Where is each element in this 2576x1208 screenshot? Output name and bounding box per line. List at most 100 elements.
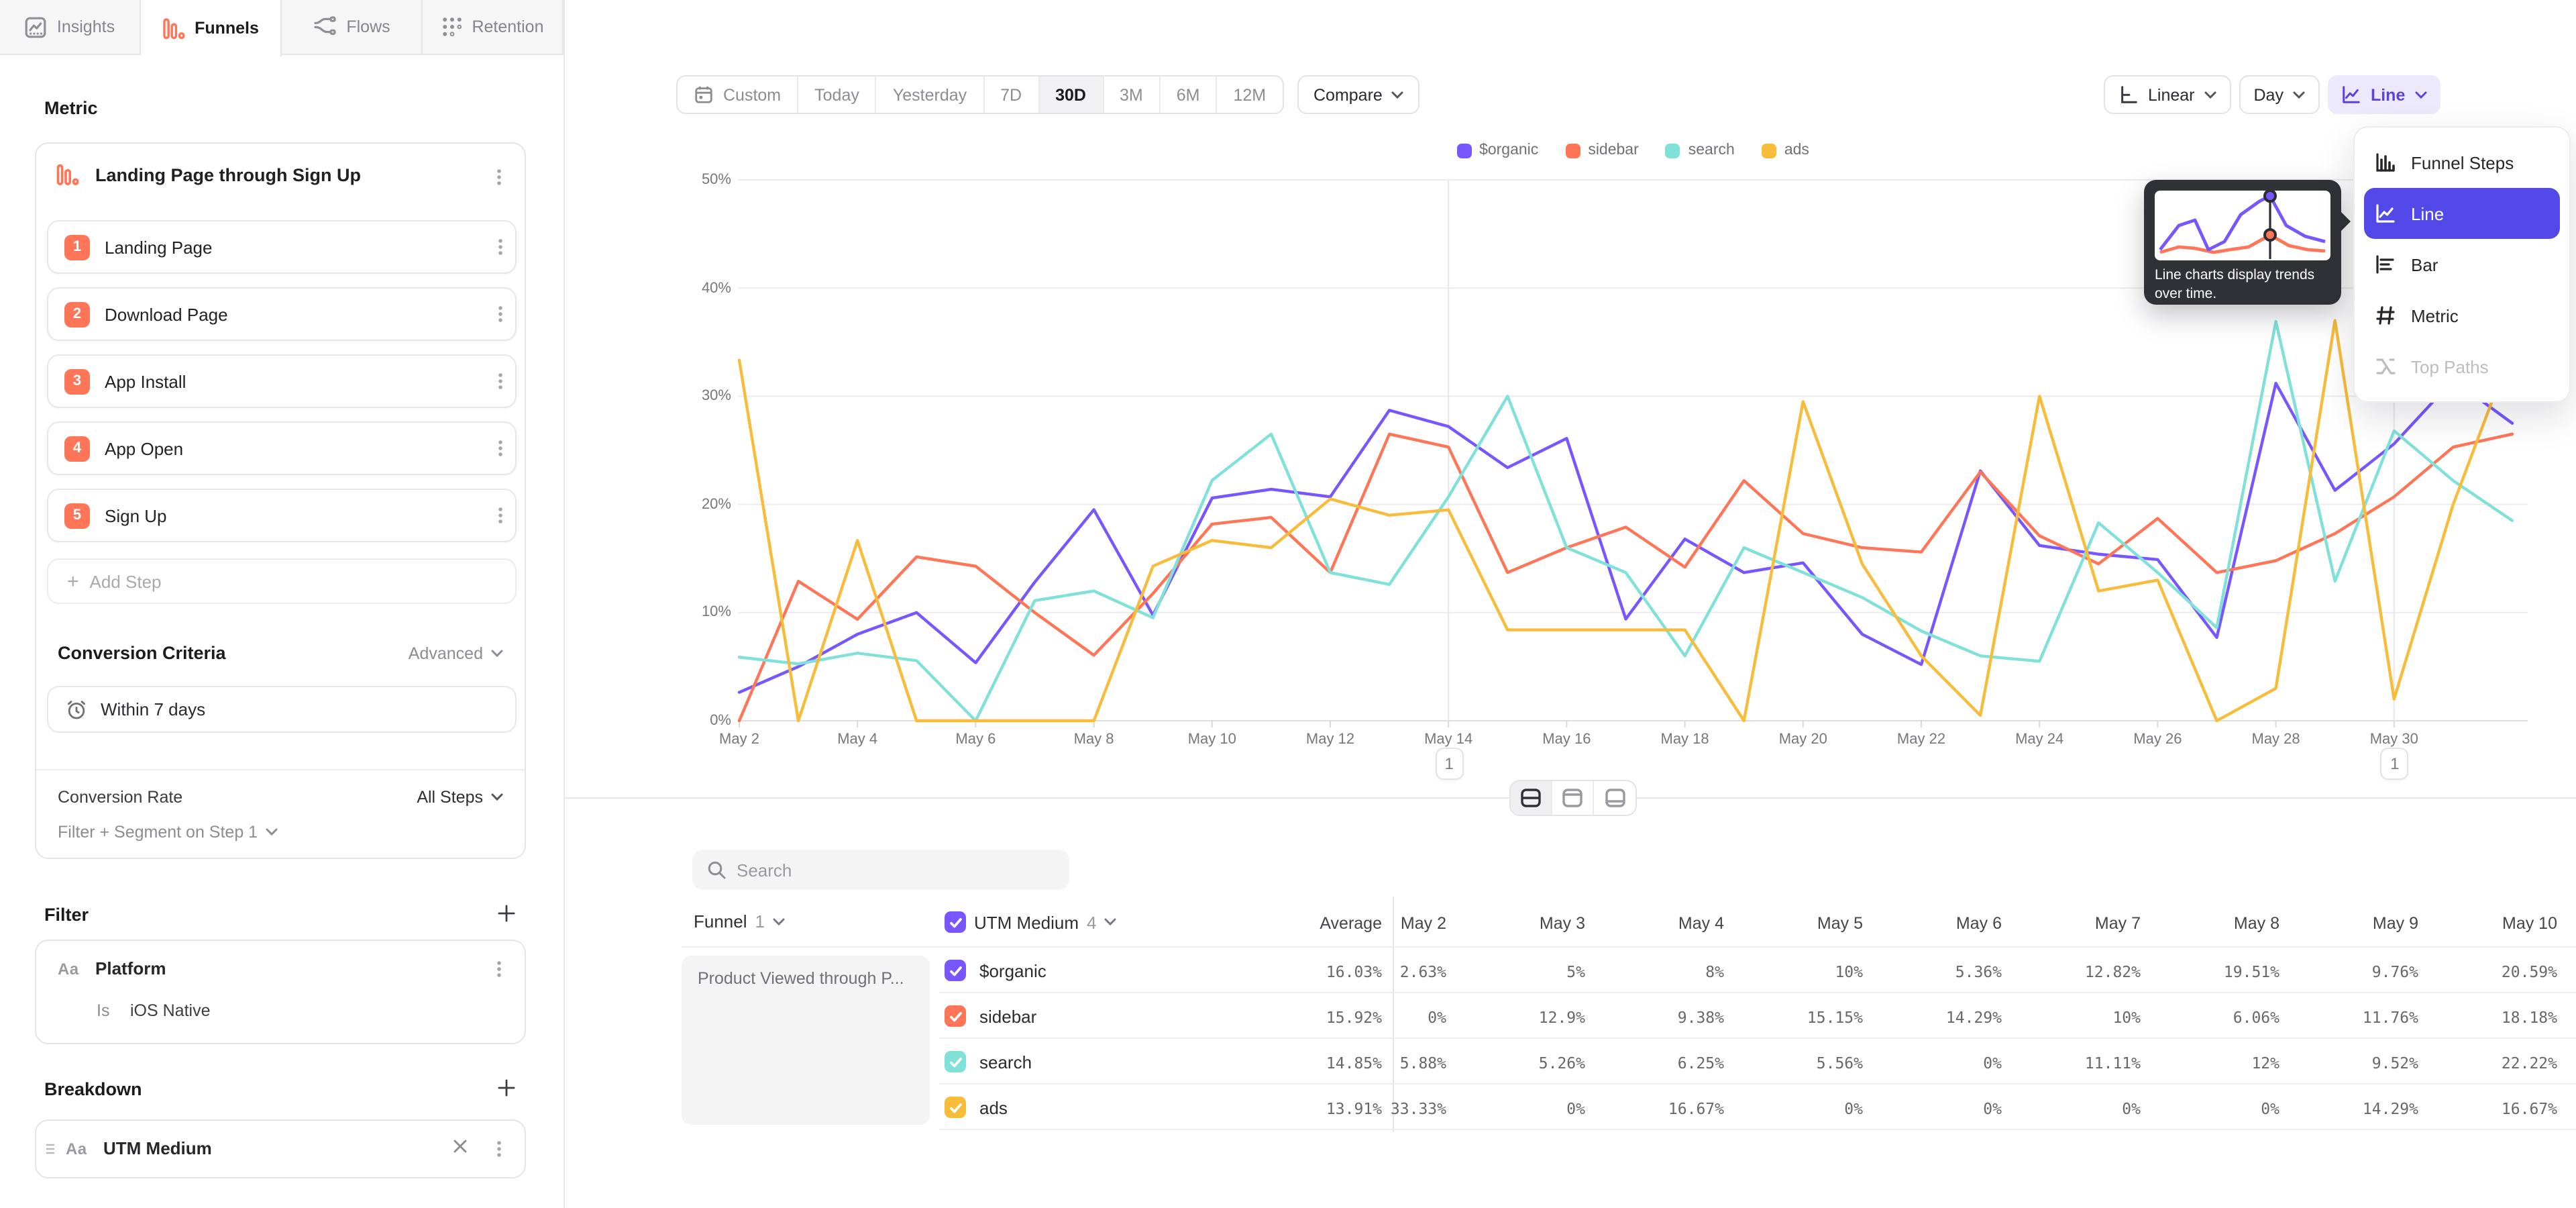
breakdown-checkbox[interactable] <box>945 911 966 933</box>
date-column-header: May 9 <box>2291 914 2418 933</box>
chart-view-toggle[interactable] <box>1552 781 1594 815</box>
range-12m[interactable]: 12M <box>1218 77 1283 113</box>
menu-item-label: Bar <box>2411 254 2438 274</box>
advanced-dropdown[interactable]: Advanced <box>409 644 503 662</box>
step-kebab-icon[interactable] <box>486 299 515 329</box>
tab-retention[interactable]: Retention <box>423 0 564 54</box>
search-input[interactable] <box>737 860 1032 880</box>
row-checkbox[interactable] <box>945 960 966 981</box>
range-yesterday[interactable]: Yesterday <box>877 77 984 113</box>
x-axis-tick: May 14 <box>1405 732 1491 748</box>
conversion-rate-dropdown[interactable]: All Steps <box>417 788 503 807</box>
tab-label: Insights <box>57 17 115 36</box>
row-checkbox[interactable] <box>945 1005 966 1027</box>
annotation-badge[interactable]: 1 <box>2381 748 2409 780</box>
step-number-badge: 1 <box>64 234 90 260</box>
row-value: 0% <box>1735 1099 1863 1118</box>
conversion-window[interactable]: Within 7 days <box>47 686 517 733</box>
step-kebab-icon[interactable] <box>486 501 515 530</box>
scale-dropdown[interactable]: Linear <box>2104 75 2231 114</box>
funnel-step-5[interactable]: 5Sign Up <box>47 489 517 542</box>
card-divider <box>36 769 525 770</box>
metric-heading: Metric <box>44 98 98 118</box>
conversion-criteria-heading: Conversion Criteria <box>58 643 226 663</box>
chart-type-dropdown[interactable]: Line <box>2328 75 2440 114</box>
step-kebab-icon[interactable] <box>486 232 515 262</box>
legend-item-organic[interactable]: $organic <box>1456 142 1538 158</box>
range-30d[interactable]: 30D <box>1039 77 1104 113</box>
tab-funnels[interactable]: Funnels <box>141 0 282 56</box>
row-value: 22.22% <box>2430 1054 2557 1072</box>
menu-item-label: Metric <box>2411 305 2459 325</box>
y-axis-tick: 40% <box>678 280 731 296</box>
chart-type-option-funnel-steps[interactable]: Funnel Steps <box>2355 137 2569 188</box>
breakdown-card[interactable]: Aa UTM Medium <box>35 1119 526 1178</box>
range-custom[interactable]: Custom <box>678 77 798 113</box>
table-view-toggle[interactable] <box>1594 781 1635 815</box>
funnel-step-2[interactable]: 2Download Page <box>47 287 517 341</box>
funnel-col-count: 1 <box>755 911 765 932</box>
chart-type-option-bar[interactable]: Bar <box>2355 239 2569 290</box>
funnel-step-1[interactable]: 1Landing Page <box>47 220 517 274</box>
retention-icon <box>441 16 462 38</box>
breakdown-heading: Breakdown <box>44 1079 142 1099</box>
funnel-title-row[interactable]: Landing Page through Sign Up <box>36 157 525 197</box>
drag-handle-icon[interactable] <box>44 1142 56 1156</box>
filter-kebab-icon[interactable] <box>484 954 514 984</box>
date-range-control: CustomTodayYesterday7D30D3M6M12M <box>676 75 1283 114</box>
funnel-kebab-icon[interactable] <box>484 162 514 192</box>
add-filter-button[interactable] <box>494 901 518 925</box>
table-row-divider <box>939 1038 2576 1039</box>
legend-item-sidebar[interactable]: sidebar <box>1565 142 1638 158</box>
date-column-header: May 10 <box>2430 914 2557 933</box>
breakdown-kebab-icon[interactable] <box>484 1134 514 1164</box>
row-value: 11.76% <box>2291 1008 2418 1027</box>
row-value: 9.52% <box>2291 1054 2418 1072</box>
step-number-badge: 2 <box>64 301 90 327</box>
chart-type-option-line[interactable]: Line <box>2364 188 2560 239</box>
date-column-header: May 4 <box>1597 914 1724 933</box>
row-checkbox[interactable] <box>945 1097 966 1118</box>
step-kebab-icon[interactable] <box>486 434 515 463</box>
remove-breakdown-icon[interactable] <box>452 1138 468 1154</box>
range-3m[interactable]: 3M <box>1104 77 1161 113</box>
row-value: 12% <box>2152 1054 2279 1072</box>
tab-insights[interactable]: Insights <box>0 0 141 54</box>
y-axis-tick: 10% <box>678 605 731 621</box>
filter-heading: Filter <box>44 905 89 925</box>
layout-toggle-group <box>1509 780 1637 816</box>
chart-type-option-metric[interactable]: Metric <box>2355 290 2569 341</box>
add-step-button[interactable]: + Add Step <box>47 558 517 604</box>
compare-button[interactable]: Compare <box>1297 75 1420 114</box>
row-label: search <box>979 1052 1032 1072</box>
row-checkbox[interactable] <box>945 1051 966 1072</box>
range-7d[interactable]: 7D <box>984 77 1039 113</box>
date-column-header: May 2 <box>1319 914 1446 933</box>
funnel-column-dropdown[interactable]: Funnel1 <box>694 911 785 932</box>
range-6m[interactable]: 6M <box>1161 77 1218 113</box>
chart-legend: $organic sidebar search ads <box>738 142 2528 158</box>
funnel-name-cell[interactable]: Product Viewed through P... <box>682 956 930 1125</box>
funnel-step-4[interactable]: 4App Open <box>47 421 517 475</box>
y-axis-tick: 0% <box>678 713 731 729</box>
row-value: 0% <box>1874 1099 2002 1118</box>
split-view-toggle[interactable] <box>1511 781 1552 815</box>
funnel-steps-icon <box>2373 152 2396 173</box>
breakdown-column-dropdown[interactable]: UTM Medium4 <box>945 911 1117 933</box>
metric-icon <box>2373 305 2396 326</box>
legend-item-ads[interactable]: ads <box>1762 142 1809 158</box>
filter-segment-dropdown[interactable]: Filter + Segment on Step 1 <box>58 823 278 842</box>
filter-card[interactable]: Aa Platform Is iOS Native <box>35 940 526 1044</box>
step-number-badge: 5 <box>64 503 90 528</box>
range-today[interactable]: Today <box>798 77 877 113</box>
legend-item-search[interactable]: search <box>1666 142 1735 158</box>
step-kebab-icon[interactable] <box>486 366 515 396</box>
row-label: ads <box>979 1098 1008 1118</box>
insights-icon <box>25 15 48 38</box>
tab-flows[interactable]: Flows <box>282 0 423 54</box>
annotation-badge[interactable]: 1 <box>1435 748 1463 780</box>
granularity-dropdown[interactable]: Day <box>2239 75 2320 114</box>
funnel-step-3[interactable]: 3App Install <box>47 354 517 408</box>
add-breakdown-button[interactable] <box>494 1075 518 1099</box>
row-value: 6.06% <box>2152 1008 2279 1027</box>
